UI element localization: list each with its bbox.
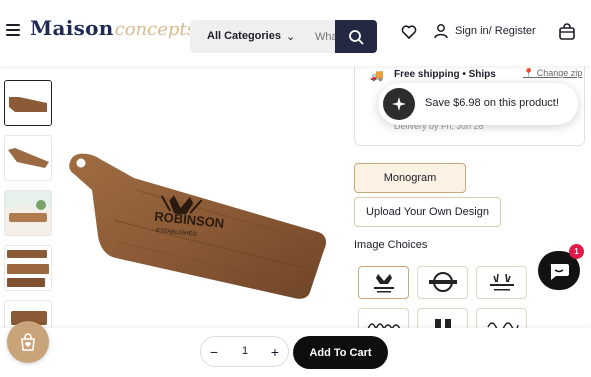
quantity-decrease-button[interactable]: − — [204, 342, 224, 362]
search-bar: All Categories ⌄ — [190, 20, 377, 53]
quantity-value[interactable]: 1 — [231, 345, 259, 357]
monogram-option-label: Monogram — [383, 172, 437, 184]
wreath-monogram-icon — [428, 271, 457, 292]
kitchen-scene-thumbnail-icon — [5, 191, 51, 235]
sticky-add-to-cart-bar: − 1 + Add To Cart — [0, 328, 591, 377]
thumbnail-2[interactable] — [4, 135, 52, 181]
product-main-image[interactable]: ROBINSON ESTABLISHED — [66, 150, 328, 300]
chat-notification-badge: 1 — [569, 244, 584, 259]
wishlist-heart-icon[interactable] — [401, 24, 417, 40]
quantity-stepper: − 1 + — [200, 336, 289, 367]
site-header: Maison concepts All Categories ⌄ Sign in… — [0, 0, 591, 66]
floating-bag-button[interactable] — [7, 321, 49, 363]
site-logo[interactable]: Maison concepts — [30, 16, 196, 48]
search-icon — [349, 29, 364, 44]
savings-text: Save $6.98 on this product! — [425, 97, 559, 109]
image-choice-2[interactable] — [417, 266, 468, 299]
image-choice-1[interactable] — [358, 266, 409, 299]
search-button[interactable] — [335, 20, 377, 53]
quantity-increase-button[interactable]: + — [265, 342, 285, 362]
antler-monogram-icon — [489, 273, 514, 290]
add-to-cart-label: Add To Cart — [309, 346, 372, 359]
change-zip-label: Change zip — [536, 68, 583, 78]
bull-monogram-icon — [373, 273, 394, 292]
thumbnail-1[interactable] — [4, 80, 52, 126]
thumbnail-gallery — [4, 80, 54, 355]
cart-bag-icon[interactable] — [557, 22, 577, 42]
add-to-cart-button[interactable]: Add To Cart — [293, 336, 388, 369]
upload-design-option-button[interactable]: Upload Your Own Design — [354, 197, 501, 227]
logo-main-text: Maison — [30, 16, 114, 40]
chat-bubble-icon — [550, 263, 569, 280]
truck-icon: 🚚 — [370, 70, 384, 82]
sparkle-icon — [383, 88, 415, 120]
board-angle-thumbnail-icon — [5, 136, 51, 180]
chevron-down-icon[interactable]: ⌄ — [286, 30, 295, 43]
logo-sub-text: concepts — [114, 19, 196, 40]
change-zip-link[interactable]: 📍 Change zip — [523, 68, 582, 79]
board-set-thumbnail-icon — [5, 246, 51, 290]
hamburger-menu-icon[interactable] — [6, 24, 20, 38]
shipping-title: Free shipping • Ships — [394, 69, 496, 80]
monogram-option-button[interactable]: Monogram — [354, 163, 466, 193]
thumbnail-4[interactable] — [4, 245, 52, 291]
upload-design-option-label: Upload Your Own Design — [366, 206, 489, 218]
search-input[interactable] — [315, 26, 335, 47]
thumbnail-3[interactable] — [4, 190, 52, 236]
signin-register-link[interactable]: Sign in/ Register — [455, 25, 536, 37]
user-icon[interactable] — [433, 23, 449, 39]
image-choices-heading: Image Choices — [354, 239, 428, 251]
category-select[interactable]: All Categories — [207, 30, 281, 42]
shopping-bag-heart-icon — [21, 333, 35, 351]
board-thumbnail-icon — [5, 81, 51, 125]
savings-promo-popup[interactable]: Save $6.98 on this product! — [378, 83, 578, 125]
image-choice-3[interactable] — [476, 266, 527, 299]
location-pin-icon: 📍 — [523, 68, 535, 78]
